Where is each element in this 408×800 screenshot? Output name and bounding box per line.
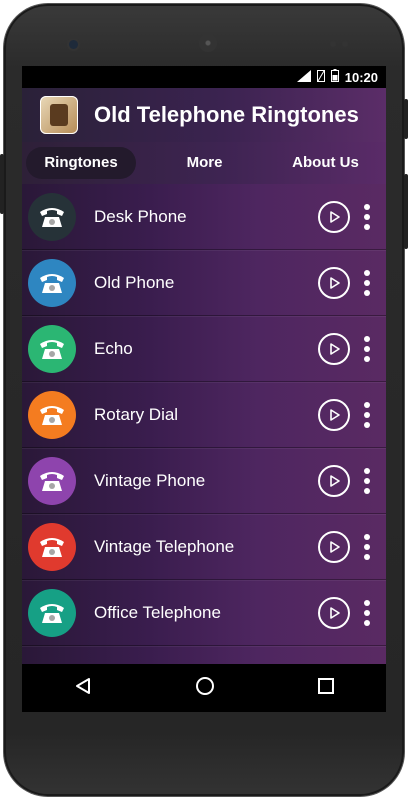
play-icon[interactable] [318,596,350,629]
ringtone-label: Office Telephone [94,602,221,622]
list-item-partial [22,646,386,664]
play-icon[interactable] [318,398,350,431]
light-sensor [342,41,348,47]
more-options-icon[interactable] [364,401,370,428]
play-icon[interactable] [318,200,350,233]
office-phone-icon [28,588,76,637]
ringtone-row[interactable]: Vintage Phone [22,448,386,515]
signal-icon [296,69,311,85]
ringtone-row[interactable]: Rotary Dial [22,382,386,449]
no-sim-icon [316,69,325,85]
app-screen: 10:20 Old Telephone Ringtones Ringtones … [22,66,386,664]
ringtone-row[interactable]: Desk Phone [22,184,386,251]
recents-icon[interactable] [318,677,335,699]
tab-ringtones[interactable]: Ringtones [26,147,136,179]
battery-icon [330,69,339,85]
vintage-telephone-icon [40,96,78,134]
desk-phone-icon [28,192,76,241]
power-button [0,154,4,214]
ringtone-row[interactable]: Office Telephone [22,580,386,647]
app-title: Old Telephone Ringtones [94,102,359,127]
app-header: Old Telephone Ringtones [22,88,386,142]
ringtone-list: Desk Phone Old Phone Echo Rotary Dial Vintag… [22,184,386,664]
tab-more[interactable]: More [144,147,265,179]
more-options-icon[interactable] [364,467,370,494]
earpiece-speaker [199,34,217,52]
ringtone-label: Echo [94,338,133,358]
vintage-phone-icon [28,456,76,505]
ringtone-label: Vintage Telephone [94,536,235,556]
front-camera [69,40,78,49]
home-icon[interactable] [195,676,215,701]
ringtone-row[interactable]: Old Phone [22,250,386,317]
more-options-icon[interactable] [364,599,370,626]
ringtone-label: Desk Phone [94,206,187,226]
more-options-icon[interactable] [364,335,370,362]
ringtone-label: Vintage Phone [94,470,206,490]
ringtone-label: Old Phone [94,272,175,292]
ringtone-row[interactable]: Vintage Telephone [22,514,386,581]
play-icon[interactable] [318,464,350,497]
clock: 10:20 [344,69,378,85]
navigation-bar [22,664,386,712]
tab-bar: Ringtones More About Us [22,142,386,184]
proximity-sensor [330,41,336,47]
ringtone-row[interactable]: Echo [22,316,386,383]
more-options-icon[interactable] [364,203,370,230]
play-icon[interactable] [318,530,350,563]
more-options-icon[interactable] [364,269,370,296]
echo-phone-icon [28,324,76,373]
volume-button [404,99,408,139]
play-icon[interactable] [318,332,350,365]
ringtone-label: Rotary Dial [94,404,179,424]
more-options-icon[interactable] [364,533,370,560]
volume-button-lower [404,174,408,249]
ringing-phone-icon [28,522,76,571]
back-icon[interactable] [74,677,92,700]
status-bar: 10:20 [22,66,386,88]
old-phone-icon [28,258,76,307]
play-icon[interactable] [318,266,350,299]
rotary-phone-icon [28,390,76,439]
tab-about-us[interactable]: About Us [265,147,386,179]
